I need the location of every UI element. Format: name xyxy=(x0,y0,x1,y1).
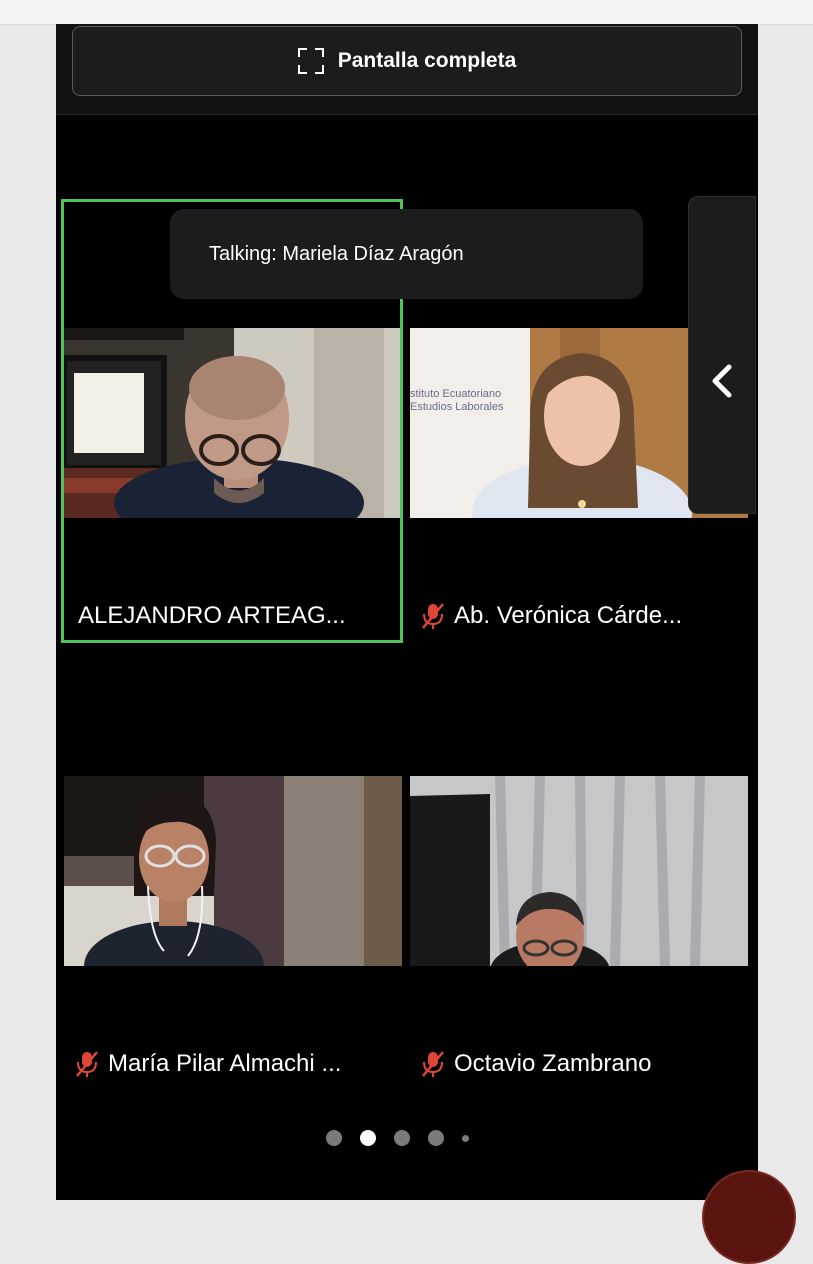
page-dot[interactable] xyxy=(462,1134,469,1142)
page-indicator xyxy=(326,1130,469,1146)
fullscreen-bar: Pantalla completa xyxy=(56,24,758,115)
browser-top-strip xyxy=(0,0,813,25)
chevron-left-icon[interactable] xyxy=(707,353,737,409)
mic-off-icon xyxy=(422,603,444,629)
participant-video xyxy=(64,328,402,518)
page-dot[interactable] xyxy=(394,1130,410,1146)
video-frame xyxy=(410,776,748,966)
participant-name: Octavio Zambrano xyxy=(454,1050,652,1077)
video-frame xyxy=(64,328,402,518)
participant-tile[interactable]: María Pilar Almachi ... xyxy=(64,650,402,1090)
talking-toast-text: Talking: Mariela Díaz Aragón xyxy=(209,242,464,265)
participant-tile[interactable]: Octavio Zambrano xyxy=(410,650,748,1090)
participant-video xyxy=(64,776,402,966)
participant-name: Ab. Verónica Cárde... xyxy=(454,602,683,629)
participant-video xyxy=(410,776,748,966)
participant-name-row: Octavio Zambrano xyxy=(420,1050,748,1078)
participant-name-row: María Pilar Almachi ... xyxy=(74,1050,402,1078)
meeting-window: Pantalla completa ALEJANDRO ARTEAG... st… xyxy=(56,24,758,1200)
page-dot[interactable] xyxy=(326,1130,342,1146)
participant-name-row: Ab. Verónica Cárde... xyxy=(420,602,748,630)
participant-name: María Pilar Almachi ... xyxy=(108,1050,342,1077)
mic-off-icon xyxy=(76,1051,98,1077)
floating-action-button[interactable] xyxy=(702,1170,796,1264)
fullscreen-icon xyxy=(297,48,324,74)
video-frame xyxy=(64,776,402,966)
background-banner-text: stituto Ecuatoriano Estudios Laborales xyxy=(410,388,504,413)
page-dot[interactable] xyxy=(428,1130,444,1146)
talking-toast: Talking: Mariela Díaz Aragón xyxy=(170,209,643,299)
participant-name: ALEJANDRO ARTEAG... xyxy=(78,602,346,629)
fullscreen-button[interactable]: Pantalla completa xyxy=(72,26,742,96)
fullscreen-label: Pantalla completa xyxy=(337,49,517,72)
page-dot-active[interactable] xyxy=(360,1130,376,1146)
side-panel-tab[interactable] xyxy=(688,196,756,514)
mic-off-icon xyxy=(422,1051,444,1077)
